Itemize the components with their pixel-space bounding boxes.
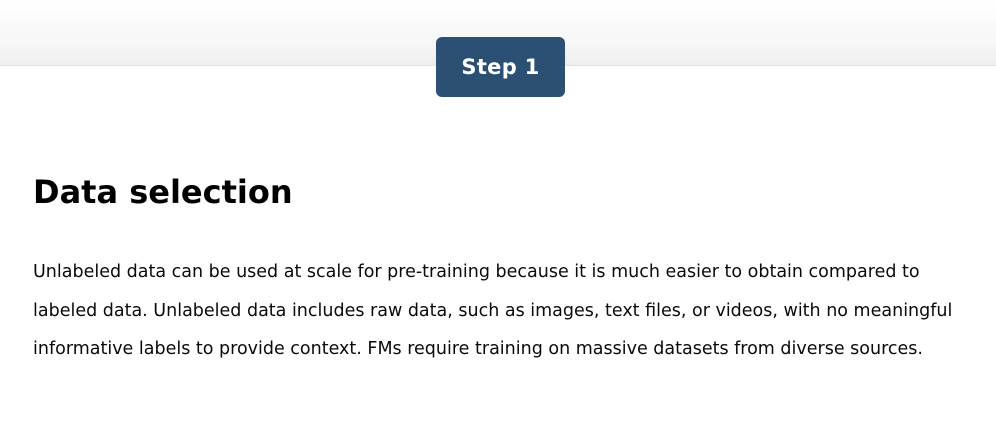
step-badge: Step 1 — [436, 37, 565, 97]
section-title: Data selection — [33, 173, 293, 211]
page: Step 1 Data selection Unlabeled data can… — [0, 0, 996, 429]
section-body-text: Unlabeled data can be used at scale for … — [33, 262, 953, 359]
